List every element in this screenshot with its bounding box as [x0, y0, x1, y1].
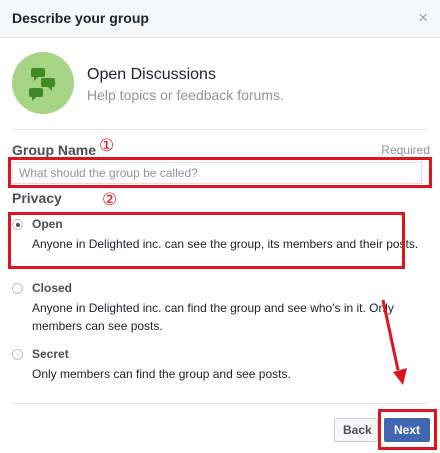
create-group-dialog: Describe your group × Open Discussions H… — [0, 0, 440, 453]
annotation-arrow-icon — [381, 299, 407, 385]
